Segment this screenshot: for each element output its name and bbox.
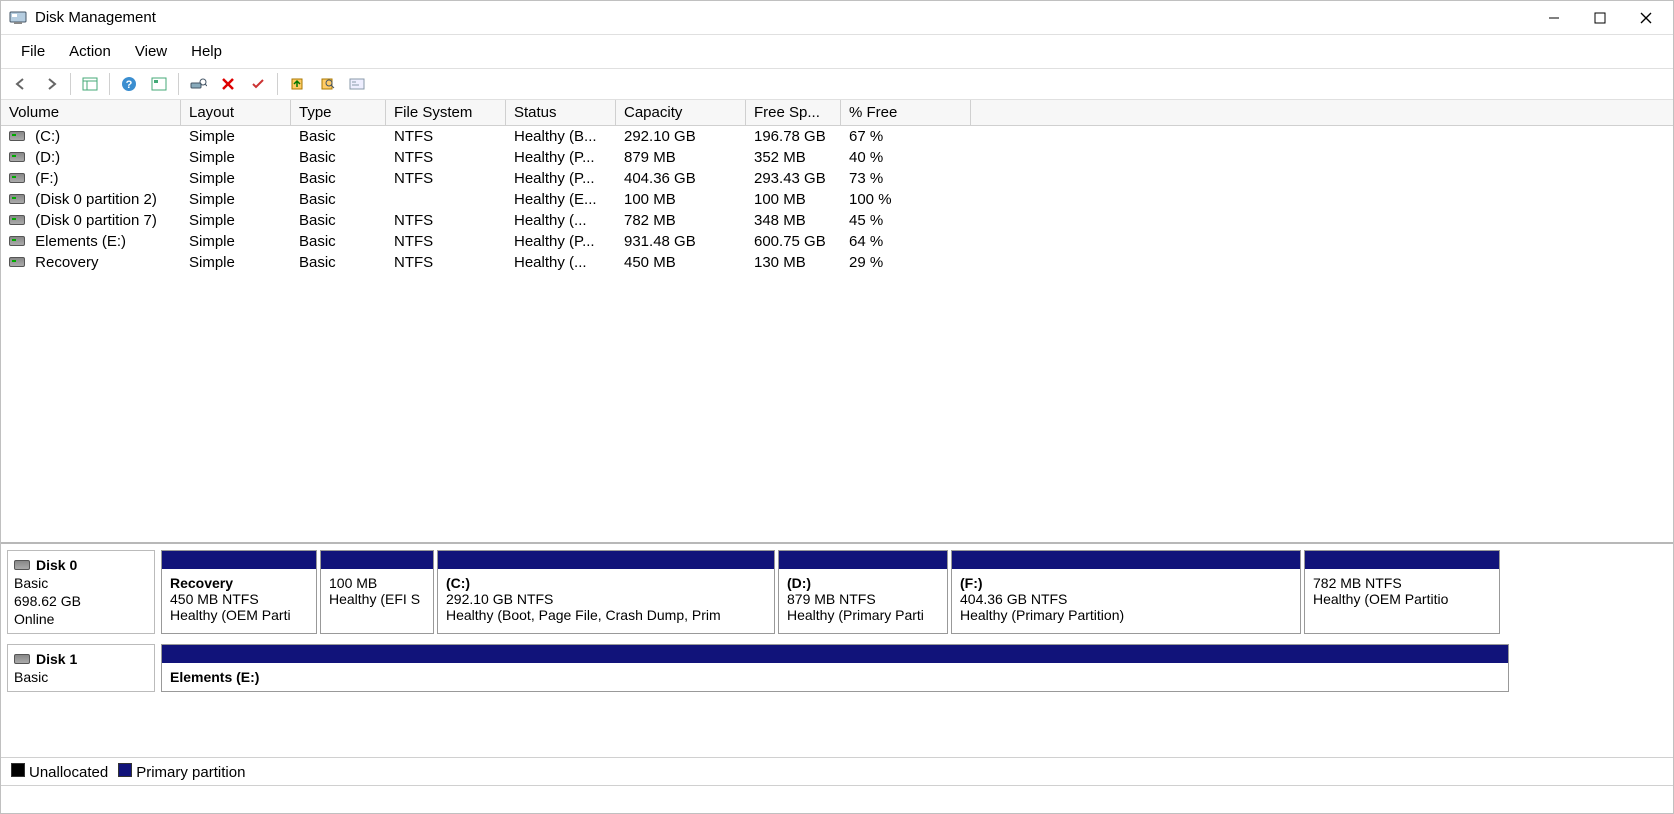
disk-row: Disk 0Basic698.62 GBOnlineRecovery450 MB… [7, 550, 1667, 634]
col-volume[interactable]: Volume [1, 100, 181, 125]
partition[interactable]: Elements (E:) [161, 644, 1509, 692]
menu-file[interactable]: File [11, 39, 55, 64]
disks-pane[interactable]: Disk 0Basic698.62 GBOnlineRecovery450 MB… [1, 542, 1673, 757]
partition[interactable]: Recovery450 MB NTFSHealthy (OEM Parti [161, 550, 317, 634]
close-button[interactable] [1623, 2, 1669, 34]
legend-primary: Primary partition [136, 764, 245, 781]
disk-info[interactable]: Disk 0Basic698.62 GBOnline [7, 550, 155, 634]
statusbar [1, 785, 1673, 813]
partition[interactable]: 100 MBHealthy (EFI S [320, 550, 434, 634]
partition[interactable]: (D:)879 MB NTFSHealthy (Primary Parti [778, 550, 948, 634]
disk-row: Disk 1BasicElements (E:) [7, 644, 1667, 692]
volumes-pane[interactable]: Volume Layout Type File System Status Ca… [1, 100, 1673, 542]
menu-action[interactable]: Action [59, 39, 121, 64]
menu-view[interactable]: View [125, 39, 177, 64]
col-free[interactable]: Free Sp... [746, 100, 841, 125]
window-title: Disk Management [35, 9, 156, 26]
volumes-header: Volume Layout Type File System Status Ca… [1, 100, 1673, 126]
drive-icon [9, 173, 25, 183]
view-details-button[interactable] [145, 71, 173, 97]
col-layout[interactable]: Layout [181, 100, 291, 125]
drive-icon [9, 131, 25, 141]
col-capacity[interactable]: Capacity [616, 100, 746, 125]
svg-text:?: ? [126, 79, 133, 91]
legend: Unallocated Primary partition [1, 757, 1673, 785]
disk-icon [14, 560, 30, 570]
volume-row[interactable]: (D:)SimpleBasicNTFSHealthy (P...879 MB35… [1, 147, 1673, 168]
partition[interactable]: (F:)404.36 GB NTFSHealthy (Primary Parti… [951, 550, 1301, 634]
partition[interactable]: (C:)292.10 GB NTFSHealthy (Boot, Page Fi… [437, 550, 775, 634]
disk-icon [14, 654, 30, 664]
legend-unallocated: Unallocated [29, 764, 108, 781]
volume-row[interactable]: (C:)SimpleBasicNTFSHealthy (B...292.10 G… [1, 126, 1673, 147]
settings-button[interactable] [184, 71, 212, 97]
toolbar: ? [1, 68, 1673, 100]
volume-row[interactable]: RecoverySimpleBasicNTFSHealthy (...450 M… [1, 252, 1673, 273]
menu-help[interactable]: Help [181, 39, 232, 64]
titlebar: Disk Management [1, 1, 1673, 35]
volume-row[interactable]: Elements (E:)SimpleBasicNTFSHealthy (P..… [1, 231, 1673, 252]
view-list-button[interactable] [76, 71, 104, 97]
swatch-unallocated [11, 763, 25, 777]
drive-icon [9, 152, 25, 162]
partition[interactable]: 782 MB NTFSHealthy (OEM Partitio [1304, 550, 1500, 634]
volume-row[interactable]: (Disk 0 partition 2)SimpleBasicHealthy (… [1, 189, 1673, 210]
drive-icon [9, 194, 25, 204]
app-icon [9, 9, 27, 27]
drive-icon [9, 257, 25, 267]
back-button[interactable] [7, 71, 35, 97]
minimize-button[interactable] [1531, 2, 1577, 34]
col-type[interactable]: Type [291, 100, 386, 125]
mount-button[interactable] [283, 71, 311, 97]
col-status[interactable]: Status [506, 100, 616, 125]
maximize-button[interactable] [1577, 2, 1623, 34]
volume-row[interactable]: (F:)SimpleBasicNTFSHealthy (P...404.36 G… [1, 168, 1673, 189]
col-fs[interactable]: File System [386, 100, 506, 125]
properties-button[interactable] [343, 71, 371, 97]
delete-button[interactable] [214, 71, 242, 97]
help-button[interactable]: ? [115, 71, 143, 97]
search-button[interactable] [313, 71, 341, 97]
swatch-primary [118, 763, 132, 777]
disk-info[interactable]: Disk 1Basic [7, 644, 155, 692]
drive-icon [9, 236, 25, 246]
col-pfree[interactable]: % Free [841, 100, 971, 125]
volume-row[interactable]: (Disk 0 partition 7)SimpleBasicNTFSHealt… [1, 210, 1673, 231]
apply-button[interactable] [244, 71, 272, 97]
content: Volume Layout Type File System Status Ca… [1, 100, 1673, 785]
drive-icon [9, 215, 25, 225]
forward-button[interactable] [37, 71, 65, 97]
menubar: File Action View Help [1, 35, 1673, 68]
